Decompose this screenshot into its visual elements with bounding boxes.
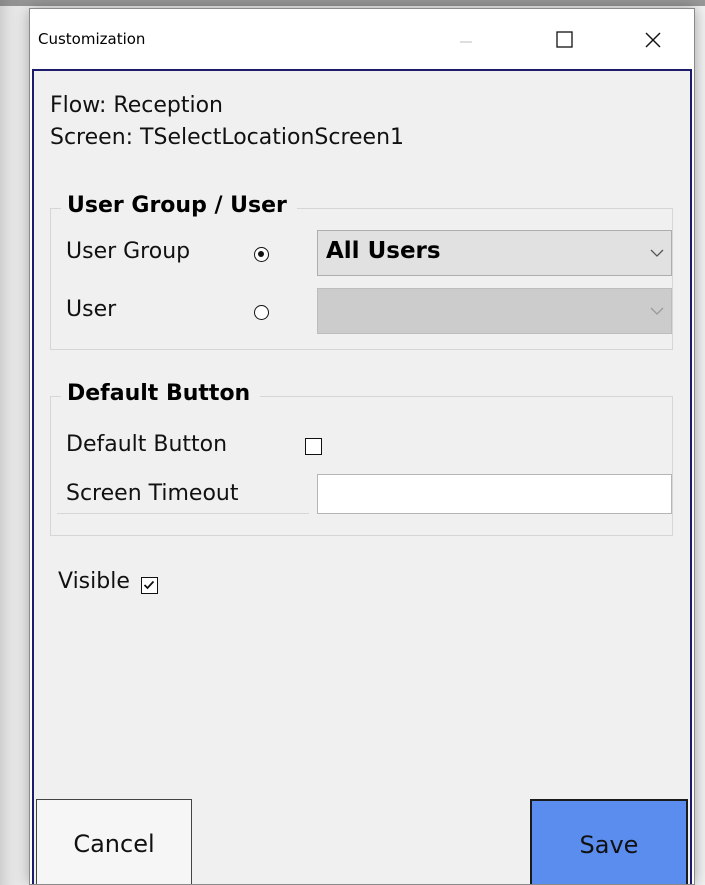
chevron-down-icon [650, 307, 664, 315]
cancel-button-label: Cancel [73, 830, 155, 858]
screen-timeout-input[interactable] [317, 474, 672, 514]
user-group-section: User Group / User User Group All Users U… [50, 193, 673, 350]
flow-label: Flow: Reception [50, 93, 223, 118]
client-area: Flow: Reception Screen: TSelectLocationS… [32, 69, 692, 884]
window-title: Customization [38, 30, 146, 48]
screen-label: Screen: TSelectLocationScreen1 [50, 125, 405, 150]
default-button-checkbox[interactable] [305, 438, 322, 455]
save-button[interactable]: Save [530, 799, 688, 884]
maximize-icon [556, 31, 573, 48]
user-label: User [66, 297, 117, 322]
user-radio[interactable] [254, 305, 269, 320]
close-button[interactable] [624, 15, 684, 65]
save-button-label: Save [579, 831, 639, 859]
title-bar[interactable]: Customization [30, 9, 694, 69]
close-icon [645, 32, 661, 48]
user-select[interactable] [317, 288, 672, 334]
checkmark-icon [143, 580, 155, 590]
default-button-label: Default Button [66, 432, 228, 457]
visible-checkbox[interactable] [141, 577, 158, 594]
minimize-button[interactable] [436, 15, 496, 65]
chevron-down-icon [650, 249, 664, 257]
user-group-select[interactable]: All Users [317, 230, 672, 276]
default-button-legend: Default Button [61, 381, 261, 406]
visible-label: Visible [58, 569, 130, 594]
user-group-select-value: All Users [326, 238, 441, 264]
screen-timeout-label: Screen Timeout [66, 481, 239, 506]
user-group-label: User Group [66, 239, 191, 264]
radio-selected-dot [258, 251, 264, 257]
user-group-legend: User Group / User [61, 193, 297, 218]
cancel-button[interactable]: Cancel [36, 799, 192, 884]
customization-window: Customization Flow: Reception Screen: TS… [29, 8, 695, 885]
default-button-section: Default Button Default Button Screen Tim… [50, 381, 673, 536]
maximize-button[interactable] [534, 15, 594, 65]
desktop-top-strip [0, 0, 705, 6]
user-group-radio[interactable] [254, 247, 269, 262]
minimize-icon [460, 41, 472, 43]
